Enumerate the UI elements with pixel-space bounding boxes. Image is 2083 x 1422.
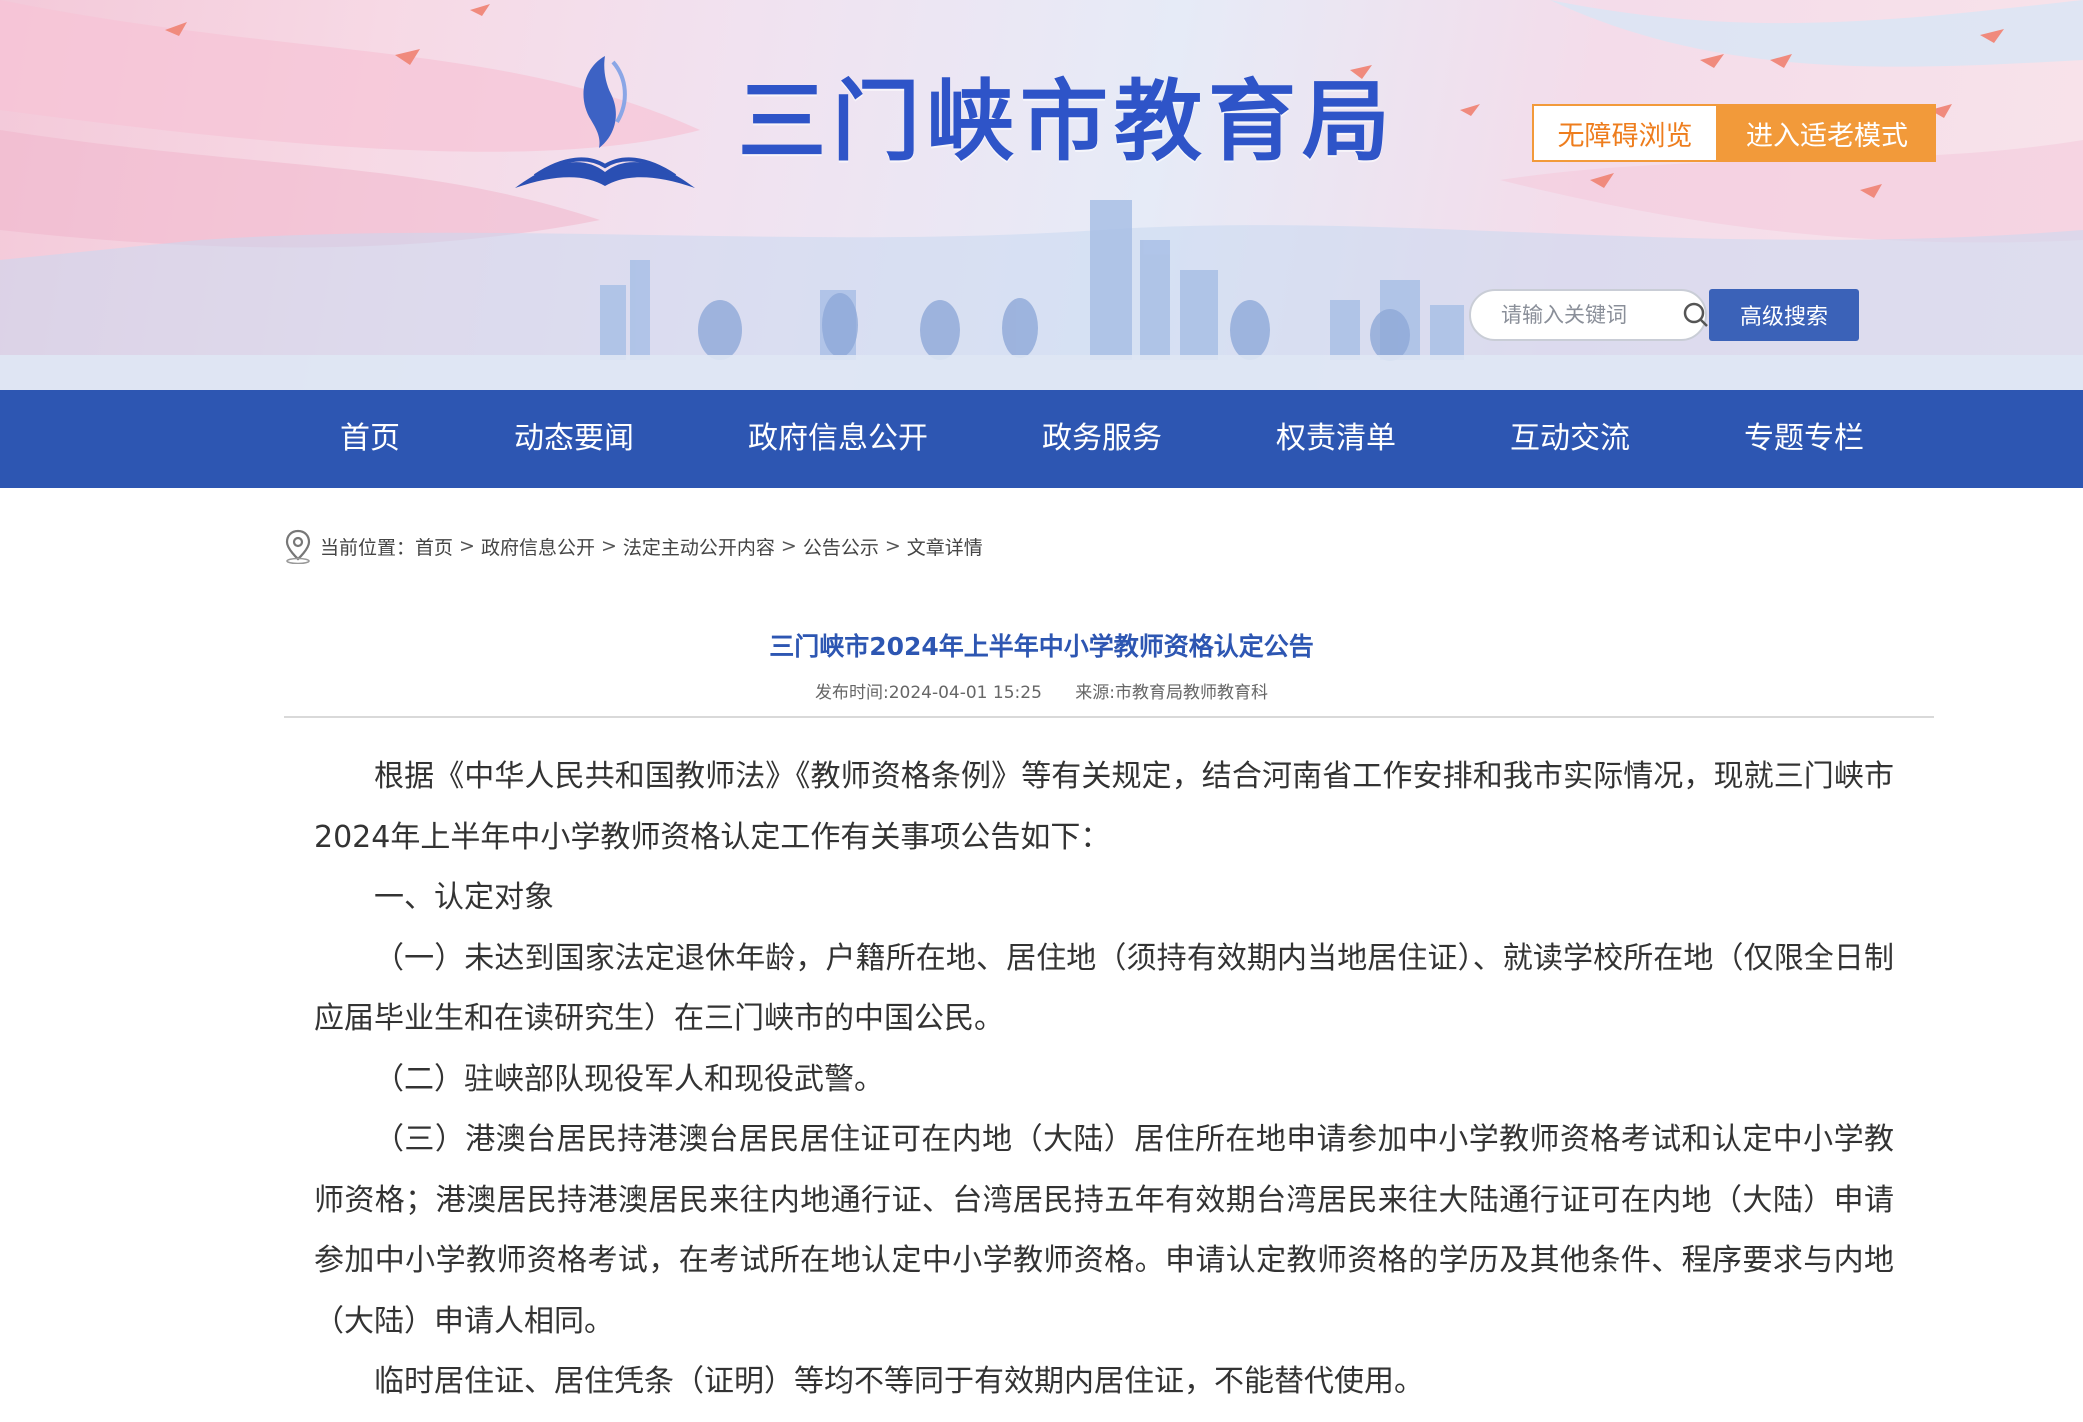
article-meta: 发布时间:2024-04-01 15:25 来源:市教育局教师教育科: [0, 678, 2083, 703]
breadcrumb-current: 文章详情: [906, 536, 983, 559]
breadcrumb: 当前位置： 首页 > 政府信息公开 > 法定主动公开内容 > 公告公示 > 文章…: [282, 528, 983, 564]
nav-item-services[interactable]: 政务服务: [1042, 390, 1162, 488]
education-bureau-logo-icon: [515, 56, 695, 188]
nav-item-gov-info[interactable]: 政府信息公开: [748, 390, 928, 488]
article-paragraph: （二）驻峡部队现役军人和现役武警。: [374, 1061, 884, 1097]
search-icon[interactable]: [1681, 300, 1711, 330]
site-header: 三门峡市教育局 无障碍浏览 进入适老模式 高级搜索: [0, 0, 2083, 390]
breadcrumb-prefix: 当前位置：: [320, 536, 416, 559]
search-box: [1469, 289, 1708, 341]
breadcrumb-link-statutory[interactable]: 法定主动公开内容: [623, 533, 775, 560]
article-title: 三门峡市2024年上半年中小学教师资格认定公告: [769, 632, 1314, 661]
accessible-browse-button[interactable]: 无障碍浏览: [1532, 104, 1718, 162]
mode-buttons: 无障碍浏览 进入适老模式: [1532, 104, 1936, 162]
nav-item-responsibility-list[interactable]: 权责清单: [1276, 390, 1396, 488]
publish-time: 发布时间:2024-04-01 15:25: [814, 683, 1042, 703]
nav-item-topics[interactable]: 专题专栏: [1744, 390, 1864, 488]
article-paragraph: 根据《中华人民共和国教师法》《教师资格条例》等有关规定，结合河南省工作安排和我市…: [314, 759, 1894, 855]
location-pin-icon: [282, 528, 314, 564]
section-heading: 一、认定对象: [374, 880, 554, 915]
title-divider: [284, 716, 1934, 718]
article-paragraph: （三）港澳台居民持港澳台居民居住证可在内地（大陆）居住所在地申请参加中小学教师资…: [314, 1122, 1894, 1339]
site-title: 三门峡市教育局: [738, 70, 1397, 173]
nav-item-home[interactable]: 首页: [340, 390, 400, 488]
article-paragraph: （一）未达到国家法定退休年龄，户籍所在地、居住地（须持有效期内当地居住证）、就读…: [314, 940, 1894, 1037]
nav-item-interaction[interactable]: 互动交流: [1510, 390, 1630, 488]
breadcrumb-link-home[interactable]: 首页: [415, 533, 453, 560]
nav-item-news[interactable]: 动态要闻: [514, 390, 634, 488]
article-paragraph: 临时居住证、居住凭条（证明）等均不等同于有效期内居住证，不能替代使用。: [374, 1364, 1424, 1399]
article-body: 根据《中华人民共和国教师法》《教师资格条例》等有关规定，结合河南省工作安排和我市…: [314, 747, 1894, 1413]
elder-mode-button[interactable]: 进入适老模式: [1718, 104, 1936, 162]
breadcrumb-separator: >: [884, 535, 901, 557]
search-input[interactable]: [1499, 302, 1673, 328]
breadcrumb-link-gov-info[interactable]: 政府信息公开: [481, 533, 595, 560]
article-source: 来源:市教育局教师教育科: [1075, 683, 1269, 703]
main-nav: 首页 动态要闻 政府信息公开 政务服务 权责清单 互动交流 专题专栏: [0, 390, 2083, 488]
breadcrumb-link-announcements[interactable]: 公告公示: [803, 533, 879, 560]
breadcrumb-separator: >: [780, 535, 797, 557]
breadcrumb-separator: >: [459, 535, 475, 557]
advanced-search-button[interactable]: 高级搜索: [1709, 289, 1859, 341]
breadcrumb-separator: >: [600, 535, 617, 557]
